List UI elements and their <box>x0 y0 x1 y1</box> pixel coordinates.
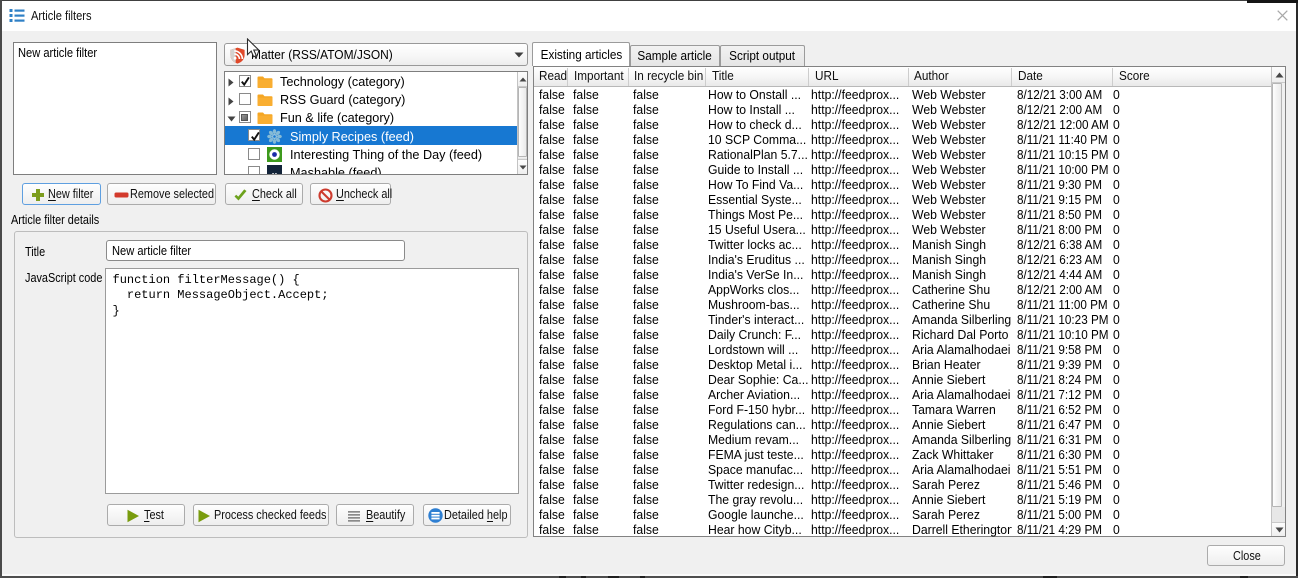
svg-text:M: M <box>272 174 277 175</box>
